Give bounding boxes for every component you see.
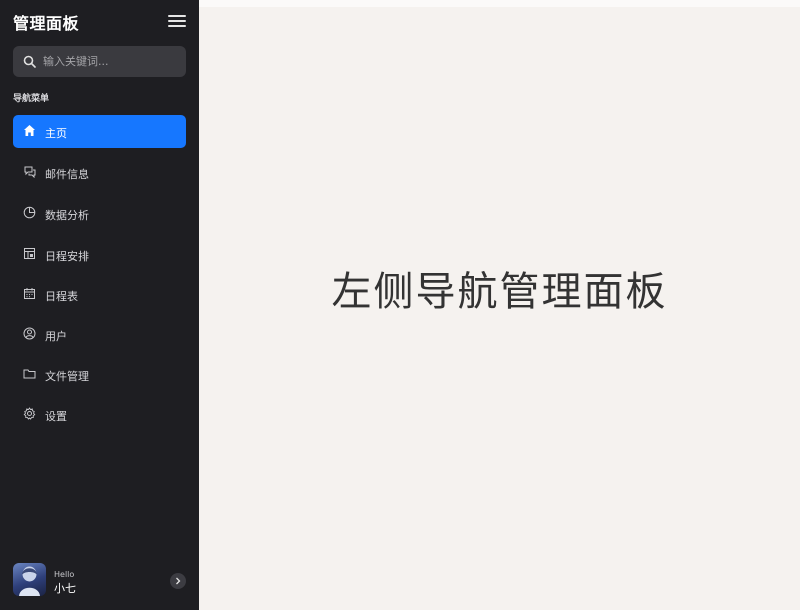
nav-item-files[interactable]: 文件管理 <box>13 358 186 391</box>
nav-item-label: 日程安排 <box>45 250 89 263</box>
user-icon <box>23 327 36 340</box>
hamburger-menu-icon[interactable] <box>168 15 186 27</box>
calendar-icon <box>24 288 35 299</box>
nav-item-label: 数据分析 <box>45 209 89 222</box>
chat-icon <box>24 166 36 178</box>
schedule-icon <box>24 248 35 259</box>
nav-section-label: 导航菜单 <box>13 94 50 104</box>
nav-item-analytics[interactable]: 数据分析 <box>13 197 186 230</box>
nav-item-label: 文件管理 <box>45 370 89 383</box>
page-title: 左侧导航管理面板 <box>331 269 668 315</box>
search-input[interactable] <box>43 46 181 77</box>
sidebar: 管理面板 导航菜单 主页 邮件信息 数据分析 <box>0 0 199 610</box>
greeting-text: Hello <box>54 570 75 579</box>
nav-item-mail[interactable]: 邮件信息 <box>13 156 186 189</box>
nav-item-label: 邮件信息 <box>45 168 89 181</box>
home-icon <box>24 125 35 136</box>
main-content: 左侧导航管理面板 <box>199 0 800 610</box>
nav-item-schedule[interactable]: 日程安排 <box>13 238 186 271</box>
nav-item-label: 主页 <box>45 127 67 140</box>
user-profile: Hello 小七 <box>13 563 186 599</box>
search-box <box>13 46 186 77</box>
nav-item-label: 用户 <box>45 330 67 343</box>
folder-icon <box>23 369 36 379</box>
username: 小七 <box>54 582 76 595</box>
brand-title: 管理面板 <box>13 14 80 33</box>
nav-item-label: 日程表 <box>45 290 78 303</box>
chevron-right-icon <box>176 577 181 585</box>
settings-icon <box>23 407 36 420</box>
search-icon <box>23 55 36 68</box>
nav-item-calendar[interactable]: 日程表 <box>13 278 186 311</box>
nav-item-user[interactable]: 用户 <box>13 318 186 351</box>
nav-item-label: 设置 <box>45 410 67 423</box>
pie-chart-icon <box>23 206 36 219</box>
nav-item-home[interactable]: 主页 <box>13 115 186 148</box>
avatar-image <box>19 566 40 596</box>
nav-item-settings[interactable]: 设置 <box>13 398 186 431</box>
avatar[interactable] <box>13 563 46 596</box>
expand-button[interactable] <box>170 573 186 589</box>
